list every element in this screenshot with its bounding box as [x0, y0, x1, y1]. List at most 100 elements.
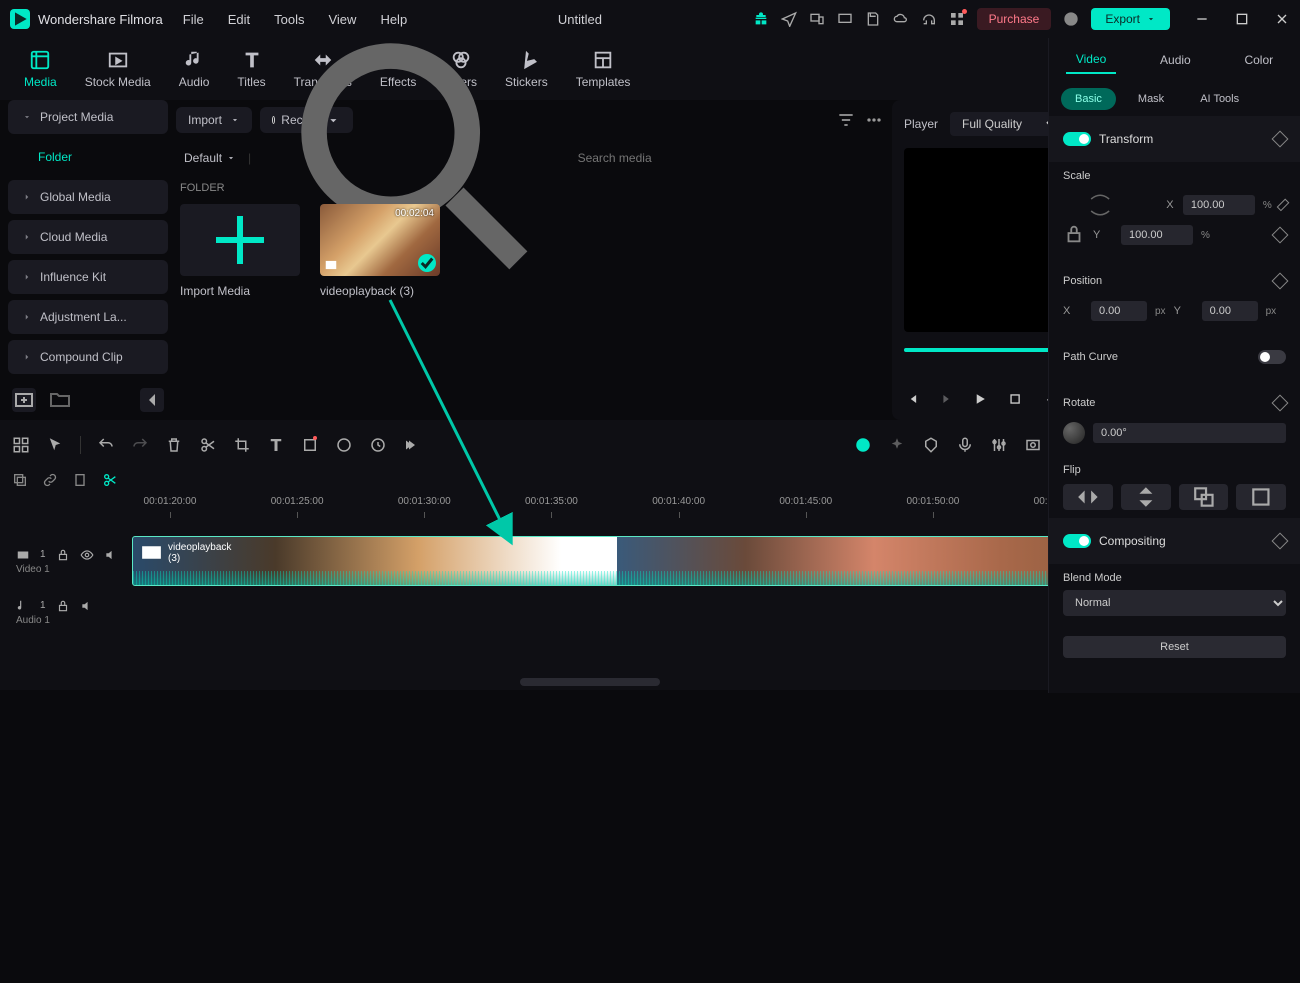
flip-stack-button[interactable]: [1236, 484, 1286, 510]
profile-icon[interactable]: [1063, 11, 1079, 27]
keyframe-diamond-icon[interactable]: [1276, 199, 1289, 212]
cursor-icon[interactable]: [46, 436, 64, 454]
delete-icon[interactable]: [165, 436, 183, 454]
tl-marker2-icon[interactable]: [72, 472, 88, 488]
new-folder-icon[interactable]: [12, 388, 36, 412]
media-clip[interactable]: 00:02:04 videoplayback (3): [320, 204, 440, 298]
sidebar-folder[interactable]: Folder: [8, 140, 168, 174]
blend-label: Blend Mode: [1063, 572, 1286, 584]
sort-default[interactable]: Default: [184, 151, 236, 165]
keyframe-diamond-icon[interactable]: [1272, 273, 1289, 290]
keyframe-diamond-icon[interactable]: [1272, 131, 1289, 148]
tab-audio[interactable]: Audio: [167, 43, 222, 95]
lock-icon[interactable]: [56, 548, 70, 562]
flip-copy-button[interactable]: [1179, 484, 1229, 510]
export-button[interactable]: Export: [1091, 8, 1170, 30]
mixer-icon[interactable]: [990, 436, 1008, 454]
transform-heading: Transform: [1099, 132, 1153, 146]
subtab-basic[interactable]: Basic: [1061, 88, 1116, 110]
tl-copy-icon[interactable]: [12, 472, 28, 488]
speed-icon[interactable]: [369, 436, 387, 454]
reset-button[interactable]: Reset: [1063, 636, 1286, 658]
inspector-tab-color[interactable]: Color: [1234, 47, 1283, 73]
flip-h-button[interactable]: [1063, 484, 1113, 510]
crop-icon[interactable]: [233, 436, 251, 454]
tl-link-icon[interactable]: [42, 472, 58, 488]
menu-file[interactable]: File: [183, 12, 204, 27]
flip-label: Flip: [1063, 464, 1286, 476]
keyframe-icon[interactable]: [301, 436, 319, 454]
undo-icon[interactable]: [97, 436, 115, 454]
pathcurve-toggle[interactable]: [1258, 350, 1286, 364]
folder-open-icon[interactable]: [48, 388, 72, 412]
pos-x-input[interactable]: [1091, 301, 1147, 321]
maximize-button[interactable]: [1234, 11, 1250, 27]
keyframe-diamond-icon[interactable]: [1272, 395, 1289, 412]
app-logo: [10, 9, 30, 29]
flip-v-button[interactable]: [1121, 484, 1171, 510]
sparkle-icon[interactable]: [888, 436, 906, 454]
sidebar-cloud-media[interactable]: Cloud Media: [8, 220, 168, 254]
color-icon[interactable]: [335, 436, 353, 454]
prev-icon[interactable]: [904, 390, 920, 408]
step-back-icon[interactable]: [938, 390, 954, 408]
record-voice-icon[interactable]: [1024, 436, 1042, 454]
rotate-knob[interactable]: [1063, 422, 1085, 444]
inspector-tab-audio[interactable]: Audio: [1150, 47, 1201, 73]
keyframe-diamond-icon[interactable]: [1272, 227, 1289, 244]
transform-toggle[interactable]: [1063, 132, 1091, 146]
split-icon[interactable]: [199, 436, 217, 454]
pos-y-input[interactable]: [1202, 301, 1258, 321]
subtab-mask[interactable]: Mask: [1124, 88, 1178, 110]
tl-scissors-icon[interactable]: [102, 472, 118, 488]
redo-icon[interactable]: [131, 436, 149, 454]
minimize-button[interactable]: [1194, 11, 1210, 27]
text-icon[interactable]: [267, 436, 285, 454]
sidebar-global-media[interactable]: Global Media: [8, 180, 168, 214]
headphones-icon[interactable]: [921, 11, 937, 27]
sidebar-adjustment-layer[interactable]: Adjustment La...: [8, 300, 168, 334]
menu-edit[interactable]: Edit: [228, 12, 250, 27]
audio-track-icon[interactable]: [16, 599, 30, 613]
purchase-button[interactable]: Purchase: [977, 8, 1052, 30]
timeline-scrollbar[interactable]: [520, 678, 660, 686]
subtab-aitools[interactable]: AI Tools: [1186, 88, 1253, 110]
compositing-heading: Compositing: [1099, 534, 1166, 548]
expand-icon[interactable]: [403, 436, 421, 454]
tab-media[interactable]: Media: [12, 43, 69, 95]
import-media-tile[interactable]: Import Media: [180, 204, 300, 298]
player-label: Player: [904, 117, 938, 131]
tab-stock-media[interactable]: Stock Media: [73, 43, 163, 95]
sidebar-compound-clip[interactable]: Compound Clip: [8, 340, 168, 374]
lock-icon[interactable]: [56, 599, 70, 613]
mute-icon[interactable]: [80, 599, 94, 613]
play-icon[interactable]: [972, 390, 988, 408]
eye-icon[interactable]: [80, 548, 94, 562]
compositing-toggle[interactable]: [1063, 534, 1091, 548]
collapse-sidebar-icon[interactable]: [140, 388, 164, 412]
sidebar-project-media[interactable]: Project Media: [8, 100, 168, 134]
mute-icon[interactable]: [104, 548, 118, 562]
stop-icon[interactable]: [1007, 390, 1023, 408]
keyframe-diamond-icon[interactable]: [1272, 533, 1289, 550]
marker-icon[interactable]: [922, 436, 940, 454]
import-dropdown[interactable]: Import: [176, 107, 252, 133]
video-track-icon[interactable]: [16, 548, 30, 562]
lock-aspect-icon[interactable]: [1063, 223, 1085, 248]
ai-face-icon[interactable]: [854, 436, 872, 454]
tl-layout-icon[interactable]: [12, 436, 30, 454]
blend-select[interactable]: Normal: [1063, 590, 1286, 616]
clip-duration: 00:02:04: [395, 208, 434, 219]
scale-y-input[interactable]: [1121, 225, 1193, 245]
apps-icon[interactable]: [949, 11, 965, 27]
rotate-input[interactable]: [1093, 423, 1286, 443]
media-sidebar: Project Media Folder Global Media Cloud …: [8, 100, 168, 420]
position-label: Position: [1063, 275, 1102, 287]
sidebar-influence-kit[interactable]: Influence Kit: [8, 260, 168, 294]
mic-icon[interactable]: [956, 436, 974, 454]
close-button[interactable]: [1274, 11, 1290, 27]
scale-x-input[interactable]: [1183, 195, 1255, 215]
quality-select[interactable]: Full Quality: [950, 112, 1059, 136]
cloud-icon[interactable]: [893, 11, 909, 27]
inspector-tab-video[interactable]: Video: [1066, 46, 1116, 74]
